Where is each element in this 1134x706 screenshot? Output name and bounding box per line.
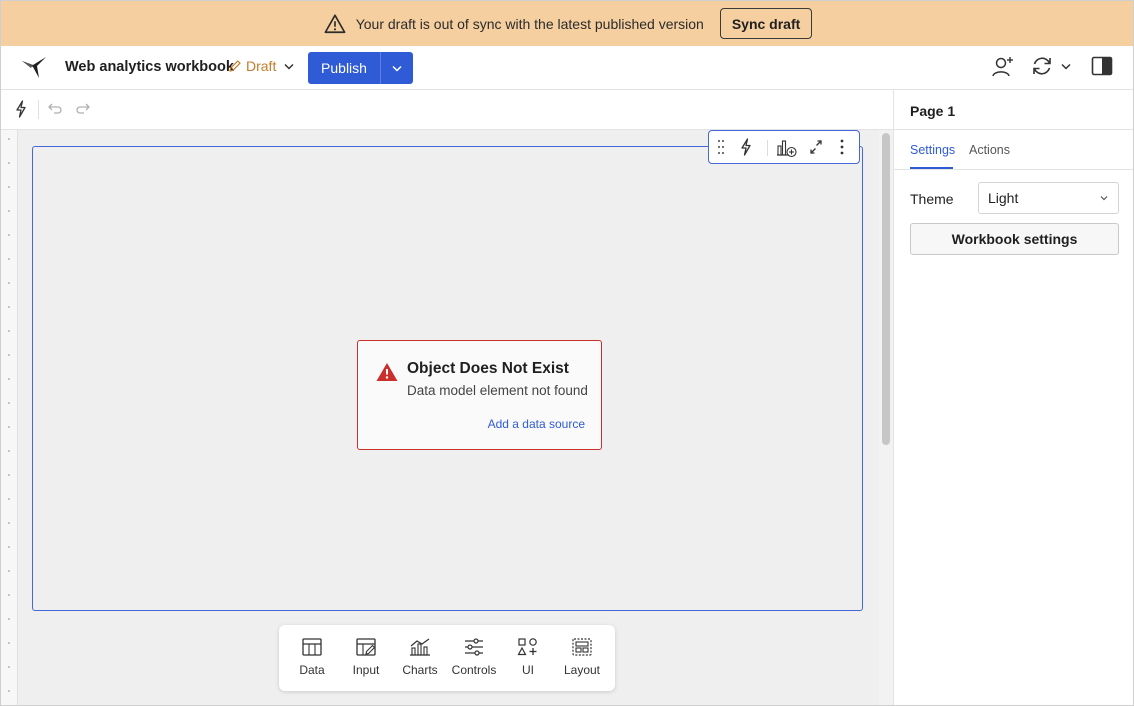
insert-data-label: Data [299,663,325,677]
refresh-menu-button[interactable] [1031,55,1071,77]
add-chart-icon[interactable] [776,138,798,158]
insert-ui-label: UI [522,663,534,677]
insert-layout-button[interactable]: Layout [555,637,609,677]
chevron-down-icon [284,63,294,70]
toggle-panel-button[interactable] [1091,55,1113,77]
drag-handle-icon[interactable] [716,138,726,156]
table-icon [302,638,322,656]
out-of-sync-banner: Your draft is out of sync with the lates… [1,1,1133,46]
banner-message: Your draft is out of sync with the lates… [355,15,704,32]
bird-logo-icon[interactable] [21,56,47,80]
chevron-down-icon [1100,196,1108,201]
insert-controls-label: Controls [451,663,497,677]
error-message: Data model element not found [407,383,588,398]
publish-options-button[interactable] [380,52,413,84]
more-options-icon[interactable] [837,138,847,156]
draft-label: Draft [246,58,277,74]
insert-element-bar: Data Input Charts Controls UI Layout [279,625,615,691]
workbook-title[interactable]: Web analytics workbook [65,59,234,75]
error-title: Object Does Not Exist [407,360,569,377]
canvas-scrollbar[interactable] [879,130,893,705]
sliders-icon [465,638,483,656]
element-toolbar [708,130,860,164]
toolbar-divider [38,100,39,119]
insert-input-label: Input [352,663,380,677]
insert-data-button[interactable]: Data [285,637,339,677]
panel-tabs: Settings Actions [894,130,1133,170]
toolbar-divider [767,140,768,156]
insert-layout-label: Layout [563,663,601,677]
theme-value: Light [988,190,1019,206]
page-title: Page 1 [910,103,956,119]
add-data-source-link[interactable]: Add a data source [488,417,585,431]
tab-actions[interactable]: Actions [969,143,1010,157]
redo-icon[interactable] [75,100,91,116]
editor-toolbar [1,90,893,130]
lightning-icon[interactable] [14,100,28,118]
insert-charts-label: Charts [402,663,438,677]
app-header: Web analytics workbook Draft Publish [1,46,1133,90]
active-tab-indicator [910,167,953,169]
undo-icon[interactable] [47,100,63,116]
sync-draft-button[interactable]: Sync draft [719,8,813,39]
draft-version-dropdown[interactable]: Draft [228,58,298,74]
selected-element[interactable]: Object Does Not Exist Data model element… [32,146,863,611]
app-window: Your draft is out of sync with the lates… [0,0,1134,706]
share-user-button[interactable] [991,55,1015,79]
publish-split-button: Publish [308,52,413,84]
workbook-canvas[interactable]: Object Does Not Exist Data model element… [1,130,879,705]
chevron-down-icon [1061,63,1071,70]
workbook-settings-button[interactable]: Workbook settings [910,223,1119,255]
panel-header: Page 1 [894,90,1133,130]
vertical-ruler [1,130,18,705]
chart-icon [410,638,430,656]
theme-select[interactable]: Light [978,182,1119,214]
error-card: Object Does Not Exist Data model element… [357,340,602,450]
lightning-icon[interactable] [739,138,753,156]
side-panel-icon [1091,56,1113,76]
insert-charts-button[interactable]: Charts [393,637,447,677]
input-table-icon [356,638,376,656]
layout-icon [572,638,592,656]
publish-button[interactable]: Publish [308,52,380,84]
pencil-icon [229,60,241,72]
add-user-icon [992,57,1013,77]
tab-settings[interactable]: Settings [910,143,955,157]
chevron-down-icon [392,65,402,72]
properties-panel: Page 1 Settings Actions Theme Light Work… [893,90,1133,705]
expand-icon[interactable] [808,138,824,156]
insert-ui-button[interactable]: UI [501,637,555,677]
theme-label: Theme [910,191,954,207]
insert-controls-button[interactable]: Controls [447,637,501,677]
shapes-icon [517,638,537,656]
insert-input-button[interactable]: Input [339,637,393,677]
refresh-icon [1033,57,1051,75]
scrollbar-thumb[interactable] [882,133,890,445]
error-triangle-icon [376,363,398,381]
warning-triangle-icon [324,13,346,33]
